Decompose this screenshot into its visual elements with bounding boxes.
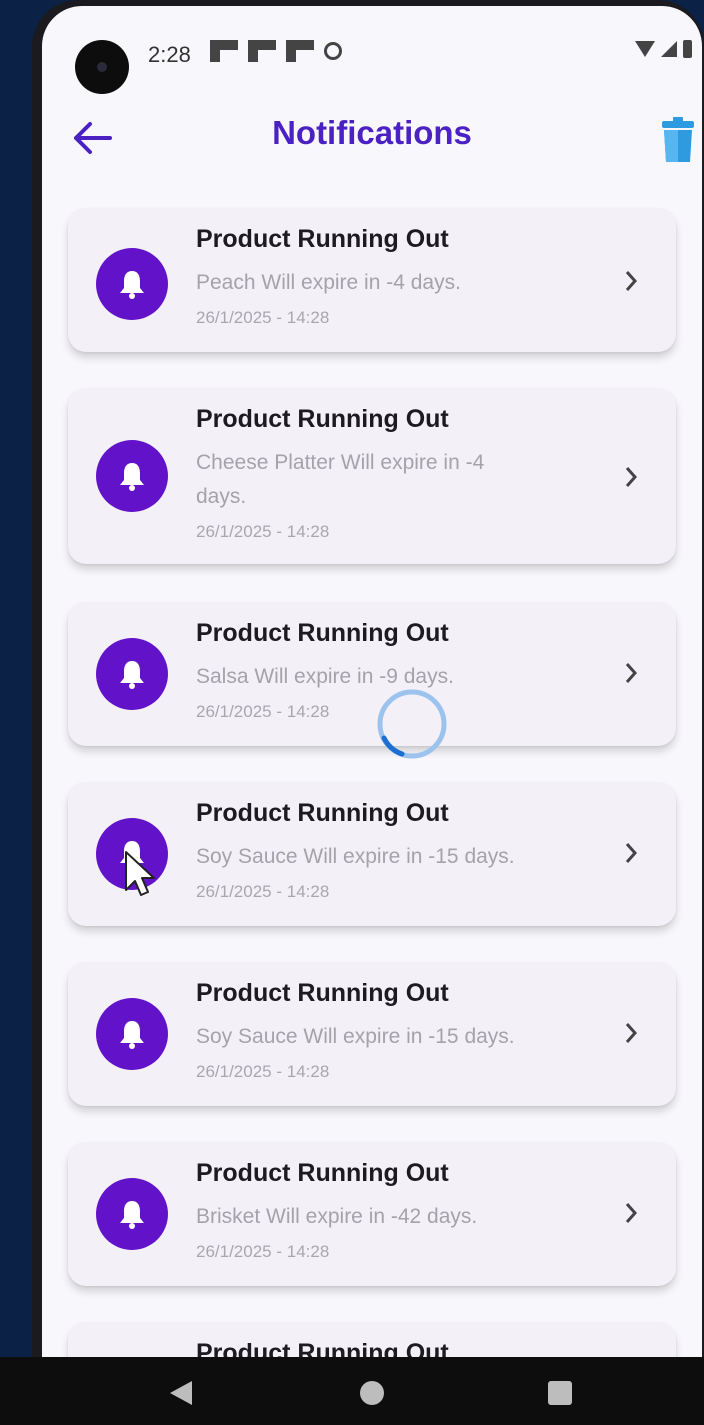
status-time: 2:28 [148,42,191,67]
wifi-icon [635,41,655,57]
notification-icon [248,40,276,62]
notification-card[interactable]: Product Running Out [68,1322,676,1358]
mouse-cursor-icon [125,851,155,896]
chevron-right-icon [620,1202,642,1224]
bell-icon [120,661,144,689]
chevron-right-icon [620,842,642,864]
phone-frame: 2:28 Notifications Product Running Out P… [32,0,704,1425]
loading-spinner [377,689,447,759]
notification-date: 26/1/2025 - 14:28 [196,1062,330,1081]
notification-card[interactable]: Product Running Out Brisket Will expire … [68,1142,676,1286]
notification-title: Product Running Out [196,1159,449,1187]
notification-avatar [96,998,168,1070]
delete-all-button[interactable] [654,112,702,168]
trash-icon [662,117,694,162]
notification-text: Product Running Out Peach Will expire in… [196,224,526,328]
notification-text: Product Running Out Cheese Platter Will … [196,404,526,542]
bell-icon [120,463,144,491]
notification-message: Cheese Platter Will expire in -4 days. [196,451,485,508]
notification-message: Salsa Will expire in -9 days. [196,665,454,688]
battery-icon [683,40,692,58]
bell-icon [120,1201,144,1229]
notification-card[interactable]: Product Running Out Soy Sauce Will expir… [68,782,676,926]
notification-avatar [96,440,168,512]
chevron-right-icon [620,270,642,292]
notification-text: Product Running Out Salsa Will expire in… [196,618,526,722]
nav-home-icon[interactable] [360,1381,384,1405]
nav-recents-icon[interactable] [548,1381,572,1405]
notification-message: Soy Sauce Will expire in -15 days. [196,1025,515,1048]
notification-message: Brisket Will expire in -42 days. [196,1205,478,1228]
page-title: Notifications [272,114,472,151]
notification-avatar [96,1178,168,1250]
bell-icon [120,1021,144,1049]
notification-card[interactable]: Product Running Out Soy Sauce Will expir… [68,962,676,1106]
notification-text: Product Running Out Soy Sauce Will expir… [196,798,526,902]
notification-title: Product Running Out [196,225,449,253]
chevron-right-icon [620,662,642,684]
notification-date: 26/1/2025 - 14:28 [196,882,330,901]
notification-message: Peach Will expire in -4 days. [196,271,461,294]
system-nav-bar [0,1357,704,1425]
notification-date: 26/1/2025 - 14:28 [196,702,330,721]
notification-avatar [96,248,168,320]
notification-title: Product Running Out [196,799,449,827]
notification-date: 26/1/2025 - 14:28 [196,308,330,327]
chevron-right-icon [620,1022,642,1044]
status-notification-icons [210,40,342,62]
notification-icon [286,40,314,62]
notification-text: Product Running Out Soy Sauce Will expir… [196,978,526,1082]
notification-message: Soy Sauce Will expire in -15 days. [196,845,515,868]
notification-date: 26/1/2025 - 14:28 [196,1242,330,1261]
arrow-left-icon [74,122,112,154]
notification-title: Product Running Out [196,1339,449,1358]
notification-text: Product Running Out Brisket Will expire … [196,1158,526,1262]
notification-icon [210,40,238,62]
notification-card[interactable]: Product Running Out Peach Will expire in… [68,208,676,352]
nav-back-icon[interactable] [168,1379,194,1407]
notification-date: 26/1/2025 - 14:28 [196,522,330,541]
notification-title: Product Running Out [196,619,449,647]
app-screen: 2:28 Notifications Product Running Out P… [42,6,702,1358]
chevron-right-icon [620,466,642,488]
status-system-icons [635,40,692,58]
notification-title: Product Running Out [196,405,449,433]
signal-icon [661,41,677,57]
sync-icon [324,42,342,60]
notification-title: Product Running Out [196,979,449,1007]
camera-cutout [75,40,129,94]
notification-card[interactable]: Product Running Out Cheese Platter Will … [68,388,676,564]
back-button[interactable] [68,114,116,162]
notification-text: Product Running Out [196,1338,526,1358]
bell-icon [120,271,144,299]
notification-avatar [96,638,168,710]
